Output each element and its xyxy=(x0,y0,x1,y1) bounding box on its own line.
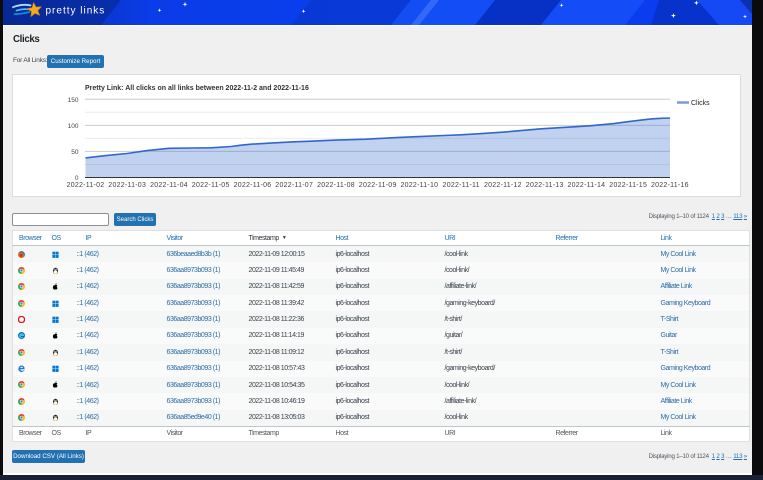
svg-text:2022-11-12: 2022-11-12 xyxy=(484,182,522,189)
svg-text:Clicks: Clicks xyxy=(691,100,710,107)
svg-text:150: 150 xyxy=(68,97,79,104)
svg-text:2022-11-03: 2022-11-03 xyxy=(108,182,146,189)
svg-text:2022-11-13: 2022-11-13 xyxy=(526,182,564,189)
svg-text:2022-11-08: 2022-11-08 xyxy=(317,182,355,189)
svg-text:2022-11-14: 2022-11-14 xyxy=(568,182,606,189)
svg-text:2022-11-10: 2022-11-10 xyxy=(401,182,439,189)
svg-text:2022-11-07: 2022-11-07 xyxy=(275,182,313,189)
svg-text:2022-11-05: 2022-11-05 xyxy=(192,182,230,189)
svg-text:2022-11-02: 2022-11-02 xyxy=(67,182,105,189)
svg-text:Pretty Link: All clicks on all: Pretty Link: All clicks on all links bet… xyxy=(85,85,309,92)
svg-text:2022-11-06: 2022-11-06 xyxy=(234,182,272,189)
svg-text:100: 100 xyxy=(68,123,79,130)
svg-text:pretty links: pretty links xyxy=(46,6,106,17)
svg-text:50: 50 xyxy=(71,149,79,156)
svg-text:0: 0 xyxy=(75,175,79,182)
svg-text:2022-11-11: 2022-11-11 xyxy=(443,182,480,189)
svg-text:2022-11-16: 2022-11-16 xyxy=(651,182,689,189)
svg-text:2022-11-15: 2022-11-15 xyxy=(609,182,647,189)
svg-text:2022-11-04: 2022-11-04 xyxy=(150,182,188,189)
svg-text:2022-11-09: 2022-11-09 xyxy=(359,182,397,189)
